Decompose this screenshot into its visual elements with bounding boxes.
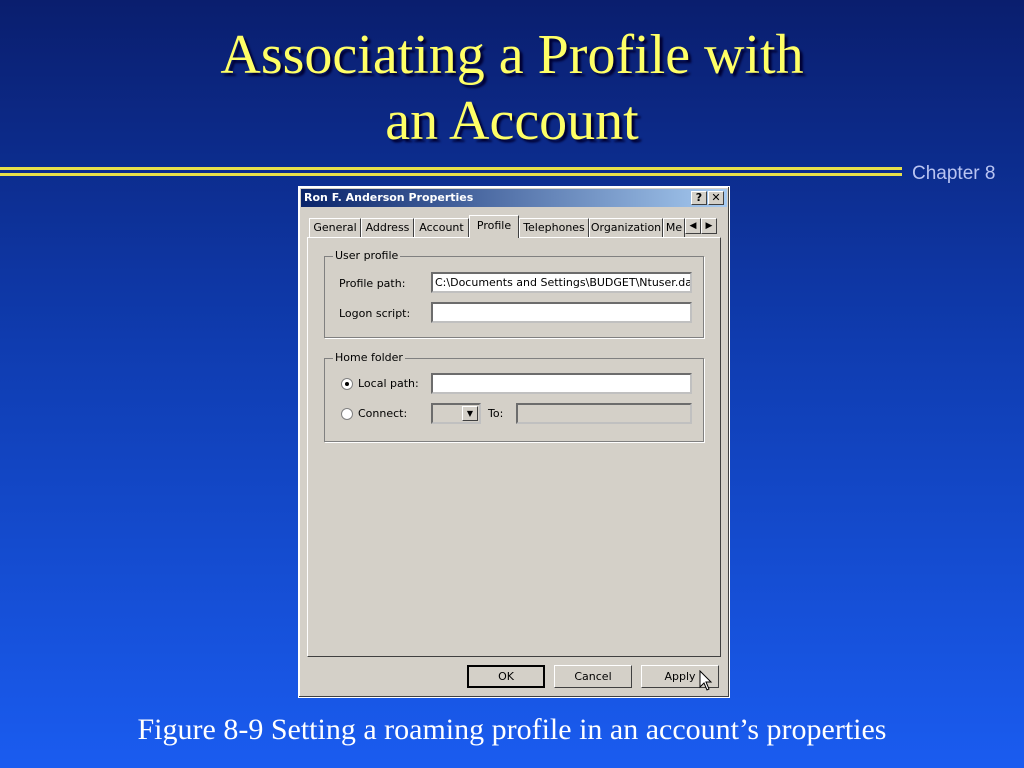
slide-title-line2: an Account (385, 90, 639, 152)
cancel-button[interactable]: Cancel (554, 665, 632, 688)
title-divider-top (0, 167, 902, 170)
help-button[interactable]: ? (691, 191, 707, 205)
local-path-radio[interactable] (341, 378, 353, 390)
connect-to-input[interactable] (516, 403, 692, 424)
tab-profile[interactable]: Profile (469, 215, 519, 238)
user-profile-group: User profile Profile path: C:\Documents … (324, 249, 704, 338)
figure-caption: Figure 8-9 Setting a roaming profile in … (137, 713, 887, 746)
chapter-label: Chapter 8 (912, 163, 996, 184)
arrow-right-icon: ▶ (705, 221, 713, 231)
home-folder-group-label: Home folder (333, 351, 405, 364)
tab-scroll-left-button[interactable]: ◀ (685, 218, 701, 234)
logon-script-input[interactable] (431, 302, 692, 323)
tab-general[interactable]: General (309, 218, 361, 237)
tab-organization[interactable]: Organization (589, 218, 663, 237)
tab-strip: General Address Account Profile Telephon… (309, 215, 719, 238)
ok-button[interactable]: OK (467, 665, 545, 688)
local-path-input[interactable] (431, 373, 692, 394)
properties-dialog: Ron F. Anderson Properties ? ✕ General A… (298, 186, 730, 698)
connect-label[interactable]: Connect: (358, 407, 407, 420)
mouse-pointer-icon (699, 670, 713, 691)
tab-telephones[interactable]: Telephones (519, 218, 589, 237)
profile-path-input[interactable]: C:\Documents and Settings\BUDGET\Ntuser.… (431, 272, 692, 293)
user-profile-group-label: User profile (333, 249, 401, 262)
drive-letter-select[interactable]: ▼ (431, 403, 481, 424)
close-icon: ✕ (711, 191, 721, 204)
home-folder-group: Home folder Local path: Connect: ▼ To: (324, 351, 704, 442)
dialog-titlebar[interactable]: Ron F. Anderson Properties ? ✕ (301, 189, 727, 207)
to-label: To: (488, 407, 504, 420)
profile-path-label: Profile path: (339, 277, 406, 290)
chevron-down-icon: ▼ (466, 409, 474, 418)
dropdown-button[interactable]: ▼ (462, 406, 478, 421)
slide-title: Associating a Profile with an Account (0, 22, 1024, 154)
logon-script-label: Logon script: (339, 307, 411, 320)
dialog-title: Ron F. Anderson Properties (304, 191, 474, 204)
tab-member-of[interactable]: Me (663, 218, 685, 237)
tab-scroll-right-button[interactable]: ▶ (701, 218, 717, 234)
close-button[interactable]: ✕ (708, 191, 724, 205)
slide-title-line1: Associating a Profile with (220, 24, 804, 86)
local-path-label[interactable]: Local path: (358, 377, 419, 390)
title-divider-bottom (0, 173, 902, 176)
arrow-left-icon: ◀ (689, 221, 697, 231)
connect-radio[interactable] (341, 408, 353, 420)
profile-tab-panel: User profile Profile path: C:\Documents … (307, 237, 721, 657)
tab-account[interactable]: Account (414, 218, 469, 237)
tab-address[interactable]: Address (361, 218, 414, 237)
help-icon: ? (695, 191, 703, 204)
